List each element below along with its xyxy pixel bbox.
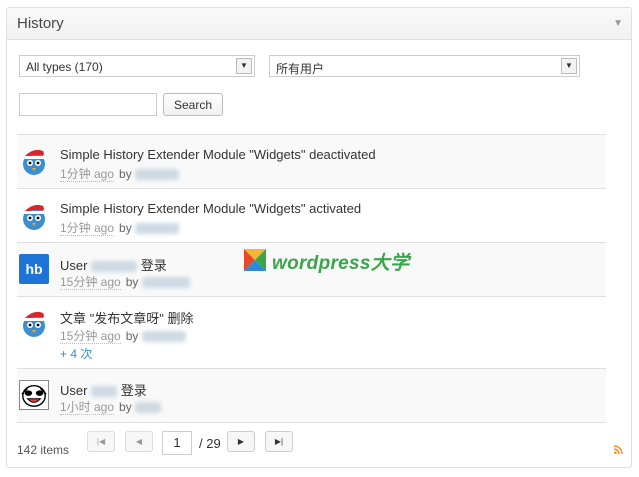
watermark-text: wordpress大学 [272, 253, 410, 274]
item-count: 142 items [17, 443, 70, 457]
user-filter-select[interactable]: 所有用户 ▼ [269, 55, 580, 77]
item-user[interactable]: coladu [135, 169, 180, 181]
pagination-bar: 142 items |◀ ◀ 1 / 29 ▶ ▶| [7, 422, 631, 468]
dropdown-arrow-icon[interactable]: ▼ [561, 58, 577, 74]
search-input[interactable] [19, 93, 157, 116]
history-list: Simple History Extender Module "Widgets"… [17, 134, 606, 423]
next-page-button[interactable]: ▶ [227, 431, 255, 452]
item-title-user[interactable]: bing [91, 386, 118, 398]
item-time: 1小时 ago [60, 400, 115, 415]
user-filter-value: 所有用户 [276, 62, 325, 76]
type-filter-value: All types (170) [26, 60, 103, 74]
item-meta: 15分钟 ago by coladu [60, 327, 186, 344]
item-user[interactable]: bing [135, 402, 162, 414]
item-title-suffix: 登录 [140, 258, 167, 273]
item-by: by [119, 400, 132, 414]
collapse-toggle-icon[interactable]: ▼ [613, 18, 623, 29]
item-title: 文章 "发布文章呀" 删除 [60, 311, 194, 326]
more-occurrences-link[interactable]: + 4 次 [60, 345, 92, 362]
item-title: User dylanhe 登录 [60, 255, 167, 274]
item-title-prefix: User [60, 383, 88, 398]
rss-feed-icon[interactable] [614, 445, 623, 454]
type-filter-select[interactable]: All types (170) ▼ [19, 55, 255, 77]
item-title-user[interactable]: dylanhe [91, 261, 138, 273]
last-page-button[interactable]: ▶| [265, 431, 293, 452]
prev-page-button[interactable]: ◀ [125, 431, 153, 452]
item-title: Simple History Extender Module "Widgets"… [60, 147, 376, 162]
item-title: Simple History Extender Module "Widgets"… [60, 201, 362, 216]
item-by: by [125, 329, 139, 343]
total-pages: / 29 [199, 436, 221, 451]
history-widget: History ▼ All types (170) ▼ 所有用户 ▼ Searc… [6, 7, 632, 468]
item-time: 1分钟 ago [60, 221, 115, 236]
item-meta: 1小时 ago by bing [60, 398, 162, 415]
hb-logo-icon: hb [19, 254, 49, 284]
item-title-prefix: User [60, 258, 88, 273]
item-by: by [119, 167, 132, 181]
item-title-suffix: 登录 [120, 383, 147, 398]
item-meta: 1分钟 ago by coladu [60, 165, 180, 182]
dropdown-arrow-icon[interactable]: ▼ [236, 58, 252, 74]
search-button[interactable]: Search [163, 93, 223, 116]
list-item[interactable]: Simple History Extender Module "Widgets"… [17, 189, 606, 243]
item-by: by [119, 221, 132, 235]
item-time: 15分钟 ago [60, 329, 121, 344]
item-time: 15分钟 ago [60, 275, 121, 290]
item-user[interactable]: coladu [141, 331, 186, 343]
bird-santa-icon [23, 204, 49, 230]
item-by: by [125, 275, 139, 289]
watermark-logo-icon [244, 249, 266, 271]
item-user[interactable]: dylanhe [141, 277, 190, 289]
item-meta: 1分钟 ago by coladu [60, 219, 180, 236]
panda-face-icon [19, 380, 49, 410]
bird-santa-icon [23, 149, 49, 175]
list-item[interactable]: Simple History Extender Module "Widgets"… [17, 135, 606, 189]
widget-header[interactable]: History ▼ [7, 8, 631, 40]
current-page-input[interactable]: 1 [162, 431, 192, 455]
widget-title: History [17, 15, 64, 32]
bird-santa-icon [23, 311, 49, 337]
list-item[interactable]: 文章 "发布文章呀" 删除 15分钟 ago by coladu + 4 次 [17, 297, 606, 369]
list-item[interactable]: User bing 登录 1小时 ago by bing [17, 369, 606, 423]
item-meta: 15分钟 ago by dylanhe [60, 273, 190, 290]
item-title: User bing 登录 [60, 380, 147, 399]
item-time: 1分钟 ago [60, 167, 115, 182]
first-page-button[interactable]: |◀ [87, 431, 115, 452]
item-user[interactable]: coladu [135, 223, 180, 235]
